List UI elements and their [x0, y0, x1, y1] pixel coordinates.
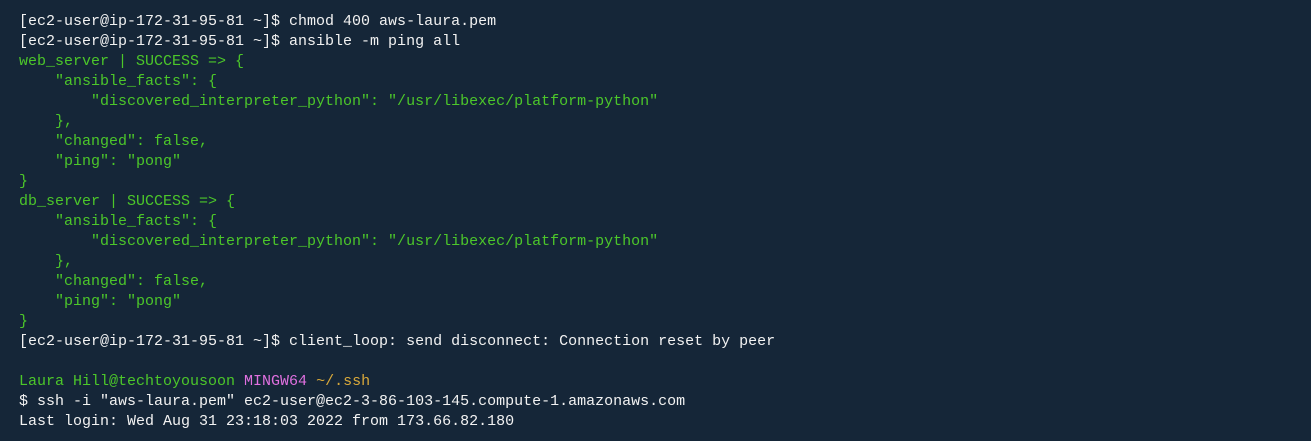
terminal-text: "ping": "pong" [19, 293, 182, 310]
terminal-text: } [19, 313, 29, 330]
terminal-text: Last login: Wed Aug 31 23:18:03 2022 fro… [19, 413, 515, 430]
terminal-line: }, [19, 112, 775, 132]
terminal-line: "changed": false, [19, 272, 775, 292]
terminal-line: "discovered_interpreter_python": "/usr/l… [19, 232, 775, 252]
terminal-text: "changed": false, [19, 133, 209, 150]
terminal-text: ~/.ssh [316, 373, 371, 390]
terminal-text: }, [19, 113, 74, 130]
terminal-line: $ ssh -i "aws-laura.pem" ec2-user@ec2-3-… [19, 392, 775, 412]
terminal-line: [ec2-user@ip-172-31-95-81 ~]$ ansible -m… [19, 32, 775, 52]
terminal-text: Laura Hill@techtoyousoon [19, 373, 245, 390]
terminal-line: [ec2-user@ip-172-31-95-81 ~]$ client_loo… [19, 332, 775, 352]
terminal-output[interactable]: [ec2-user@ip-172-31-95-81 ~]$ chmod 400 … [19, 12, 775, 432]
terminal-text: "ansible_facts": { [19, 73, 218, 90]
terminal-text: } [19, 173, 29, 190]
terminal-text: "changed": false, [19, 273, 209, 290]
terminal-line: db_server | SUCCESS => { [19, 192, 775, 212]
terminal-text: "discovered_interpreter_python": "/usr/l… [19, 93, 659, 110]
terminal-line: Last login: Wed Aug 31 23:18:03 2022 fro… [19, 412, 775, 432]
terminal-line: } [19, 172, 775, 192]
terminal-line: "ping": "pong" [19, 152, 775, 172]
terminal-line: web_server | SUCCESS => { [19, 52, 775, 72]
terminal-line: "ansible_facts": { [19, 212, 775, 232]
terminal-line: "discovered_interpreter_python": "/usr/l… [19, 92, 775, 112]
terminal-text: [ec2-user@ip-172-31-95-81 ~]$ ansible -m… [19, 33, 461, 50]
terminal-text: db_server | SUCCESS => { [19, 193, 236, 210]
terminal-line: "changed": false, [19, 132, 775, 152]
terminal-line: "ansible_facts": { [19, 72, 775, 92]
terminal-text: [ec2-user@ip-172-31-95-81 ~]$ client_loo… [19, 333, 776, 350]
terminal-text: "discovered_interpreter_python": "/usr/l… [19, 233, 659, 250]
terminal-line: [ec2-user@ip-172-31-95-81 ~]$ chmod 400 … [19, 12, 775, 32]
terminal-text: web_server | SUCCESS => { [19, 53, 245, 70]
terminal-text: [ec2-user@ip-172-31-95-81 ~]$ chmod 400 … [19, 13, 497, 30]
terminal-line: "ping": "pong" [19, 292, 775, 312]
terminal-text: "ping": "pong" [19, 153, 182, 170]
terminal-line: }, [19, 252, 775, 272]
terminal-text: $ ssh -i "aws-laura.pem" ec2-user@ec2-3-… [19, 393, 686, 410]
terminal-line: } [19, 312, 775, 332]
terminal-text: MINGW64 [244, 373, 317, 390]
terminal-text: "ansible_facts": { [19, 213, 218, 230]
terminal-text: }, [19, 253, 74, 270]
terminal-line: Laura Hill@techtoyousoon MINGW64 ~/.ssh [19, 372, 775, 392]
